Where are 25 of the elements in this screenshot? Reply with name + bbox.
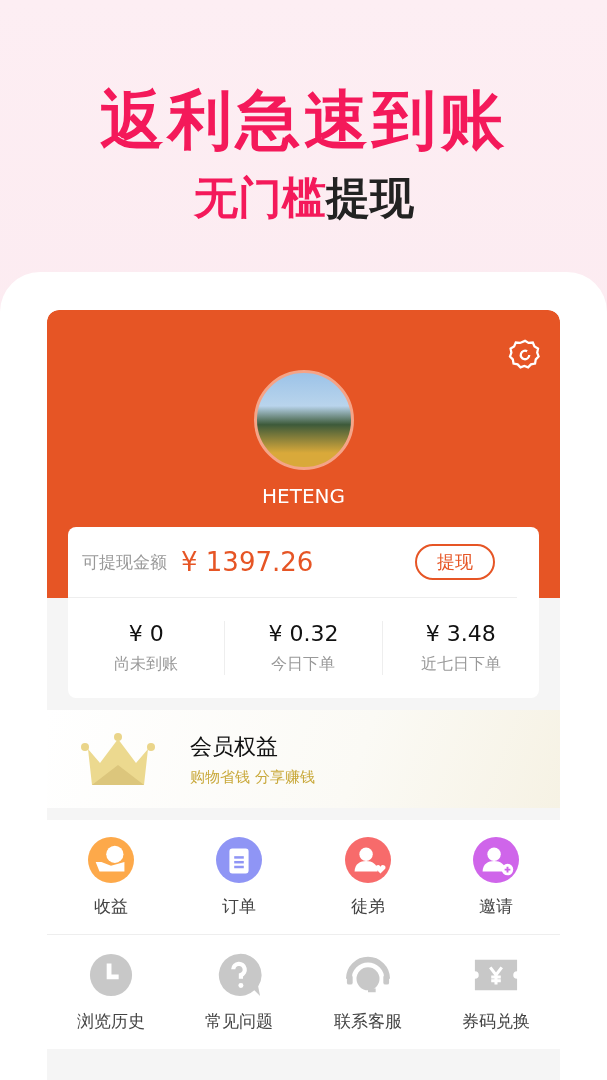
menu-item[interactable]: 浏览历史 xyxy=(47,951,176,1033)
menu-item[interactable]: 收益 xyxy=(47,836,176,918)
menu-item[interactable]: 联系客服 xyxy=(303,951,432,1033)
headline-subtitle: 无门槛提现 xyxy=(193,171,414,225)
balance-label: 可提现金额 xyxy=(82,550,167,574)
stat-value: ¥ 0.32 xyxy=(268,621,339,646)
stat-value: ¥ 3.48 xyxy=(425,621,496,646)
stat-label: 尚未到账 xyxy=(114,654,179,675)
balance-amount: ¥ 1397.26 xyxy=(181,547,315,577)
menu-item[interactable]: 订单 xyxy=(175,836,304,918)
stat-value: ¥ 0 xyxy=(128,621,164,646)
membership-title: 会员权益 xyxy=(190,732,279,761)
username: HETENG xyxy=(262,484,345,508)
membership-subtitle: 购物省钱 分享赚钱 xyxy=(190,767,315,787)
membership-banner[interactable]: 会员权益 购物省钱 分享赚钱 xyxy=(47,710,560,808)
crown-icon xyxy=(80,733,156,785)
menu-item[interactable]: 徒弟 xyxy=(303,836,432,918)
settings-icon[interactable] xyxy=(508,338,542,372)
stat-label: 今日下单 xyxy=(271,654,336,675)
stat-label: 近七日下单 xyxy=(420,654,501,675)
menu-item[interactable]: 券码兑换 xyxy=(431,951,560,1033)
menu-item[interactable]: 邀请 xyxy=(431,836,560,918)
menu-item[interactable]: 常见问题 xyxy=(175,951,304,1033)
withdraw-button[interactable]: 提现 xyxy=(415,544,495,580)
headline-title: 返利急速到账 xyxy=(99,82,508,158)
